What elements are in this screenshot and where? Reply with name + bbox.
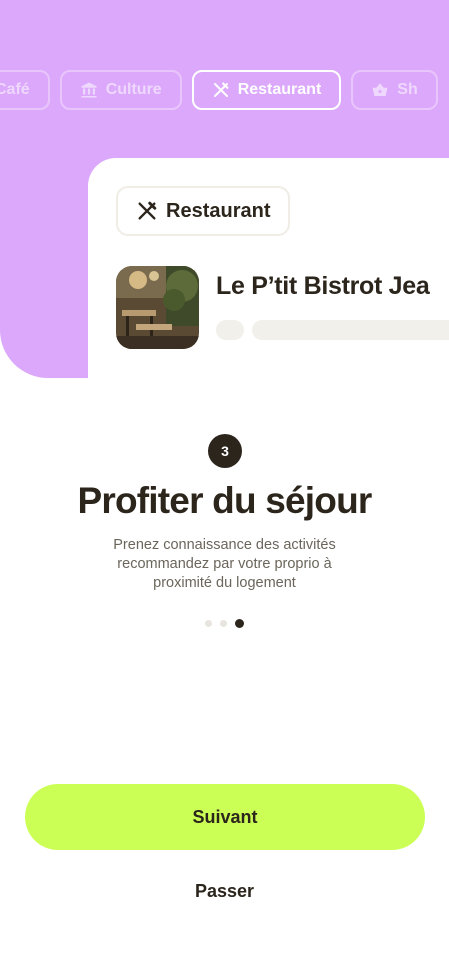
chip-label: Culture	[105, 81, 162, 98]
chip-cafe[interactable]: Café	[0, 70, 50, 110]
place-card[interactable]: Restaurant Le P’tit Bistrot Jea	[88, 158, 449, 398]
place-photo	[116, 266, 199, 349]
page-dot-active[interactable]	[235, 619, 244, 628]
page-dot[interactable]	[205, 620, 212, 627]
placeholder-text	[252, 320, 449, 340]
shopping-basket-icon	[372, 83, 388, 96]
chip-shopping[interactable]: Sh	[351, 70, 438, 110]
cutlery-icon	[138, 201, 157, 220]
chip-restaurant[interactable]: Restaurant	[191, 70, 342, 110]
category-badge: Restaurant	[116, 186, 291, 236]
onboarding-description: Prenez connaissance des activités recomm…	[113, 537, 336, 591]
chip-culture[interactable]: Culture	[59, 70, 182, 110]
skip-button[interactable]: Passer	[150, 874, 299, 908]
page-indicator	[0, 619, 449, 628]
chip-label: Sh	[397, 81, 418, 98]
category-badge-label: Restaurant	[166, 199, 271, 222]
museum-icon	[81, 82, 97, 98]
step-badge: 3	[208, 434, 242, 468]
page-dot[interactable]	[220, 620, 227, 627]
place-name: Le P’tit Bistrot Jea	[216, 272, 430, 300]
placeholder-tag	[216, 320, 244, 340]
cutlery-icon	[213, 82, 229, 97]
onboarding-title: Profiter du séjour	[77, 480, 373, 521]
next-button[interactable]: Suivant	[25, 784, 425, 850]
category-chips: Café Culture Restaurant Sh	[0, 70, 438, 110]
chip-label: Restaurant	[237, 81, 322, 98]
chip-label: Café	[0, 81, 30, 98]
